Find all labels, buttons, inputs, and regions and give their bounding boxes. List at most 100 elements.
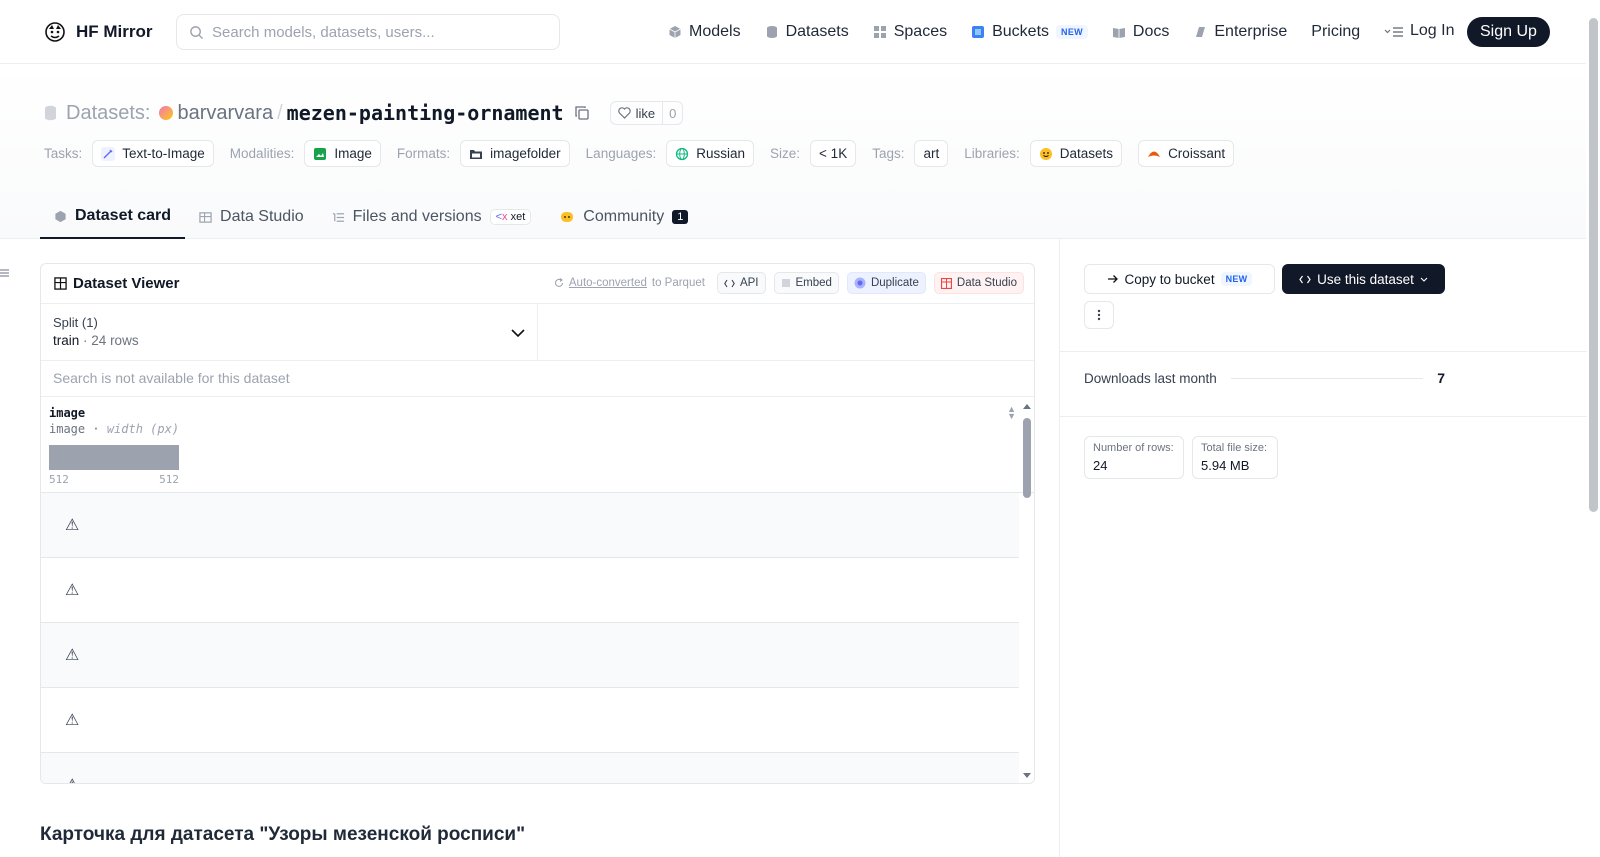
scroll-down-arrow[interactable] xyxy=(1023,773,1031,778)
repo-header: Datasets: barvarvara / mezen-painting-or… xyxy=(0,65,1586,239)
column-header-image[interactable]: image image · width (px) 512 512 ▲ ▼ xyxy=(41,397,1034,493)
split-row: Split (1) train · 24 rows xyxy=(41,304,1034,361)
use-this-dataset-button[interactable]: Use this dataset xyxy=(1282,264,1445,294)
enterprise-icon xyxy=(1196,27,1206,37)
embed-button[interactable]: Embed xyxy=(773,272,839,294)
data-studio-button[interactable]: Data Studio xyxy=(933,272,1024,294)
nav-spaces[interactable]: Spaces xyxy=(873,23,947,41)
tab-dataset-card[interactable]: Dataset card xyxy=(40,195,186,239)
nav-more[interactable] xyxy=(1384,26,1404,38)
split-selector[interactable]: Split (1) train · 24 rows xyxy=(41,304,538,360)
api-button[interactable]: API xyxy=(716,272,766,294)
tag-size[interactable]: < 1K xyxy=(810,140,857,167)
brand-name: HF Mirror xyxy=(76,22,153,41)
sort-icon[interactable]: ▲ ▼ xyxy=(1007,405,1016,421)
nav-models[interactable]: Models xyxy=(668,23,741,41)
column-type-name: image xyxy=(49,422,86,436)
tag-image-label: Image xyxy=(334,146,372,161)
tag-croissant[interactable]: Croissant xyxy=(1138,140,1235,167)
viewer-header: Dataset Viewer Auto-converted to Parquet… xyxy=(41,264,1034,304)
hist-min: 512 xyxy=(49,473,69,486)
tab-community[interactable]: Community 1 xyxy=(545,195,702,239)
nav-datasets[interactable]: Datasets xyxy=(765,23,849,41)
tag-imagefolder-label: imagefolder xyxy=(490,146,561,161)
folder-icon xyxy=(470,149,483,159)
tag-datasets-lib[interactable]: Datasets xyxy=(1029,140,1123,167)
text-to-image-icon xyxy=(101,146,116,161)
nav-docs-label: Docs xyxy=(1132,23,1170,40)
new-badge: NEW xyxy=(1220,272,1253,286)
page-scrollbar-thumb[interactable] xyxy=(1589,18,1598,512)
like-label: like xyxy=(635,105,656,121)
sidebar-toggle-icon[interactable] xyxy=(0,268,10,278)
tag-russian[interactable]: Russian xyxy=(666,140,755,167)
like-button[interactable]: like 0 xyxy=(609,101,684,125)
tag-image[interactable]: Image xyxy=(304,140,381,167)
community-icon xyxy=(561,212,574,222)
hugging-face-icon xyxy=(1039,147,1052,160)
top-navbar: HF Mirror Models Datasets Spaces Buckets… xyxy=(0,0,1586,64)
copy-to-bucket-button[interactable]: Copy to bucket NEW xyxy=(1084,264,1275,294)
repo-name-link[interactable]: mezen-painting-ornament xyxy=(287,101,564,125)
nav-buckets[interactable]: Buckets NEW xyxy=(971,23,1088,41)
auto-converted-link[interactable]: Auto-converted xyxy=(569,277,647,289)
signup-button[interactable]: Sign Up xyxy=(1467,17,1550,47)
data-studio-button-label: Data Studio xyxy=(956,277,1017,289)
warning-icon: ⚠ xyxy=(65,712,80,729)
cube-icon xyxy=(55,210,66,222)
scroll-up-arrow[interactable] xyxy=(1023,404,1031,409)
duplicate-icon xyxy=(854,277,866,289)
repo-title: Datasets: barvarvara / mezen-painting-or… xyxy=(44,101,684,125)
tag-art-label: art xyxy=(923,146,940,161)
duplicate-button[interactable]: Duplicate xyxy=(846,272,926,294)
tag-text-to-image[interactable]: Text-to-Image xyxy=(92,140,214,167)
copy-icon[interactable] xyxy=(574,105,590,121)
tab-data-studio[interactable]: Data Studio xyxy=(185,195,318,239)
tasks-label: Tasks: xyxy=(44,146,83,161)
stat-size-label: Total file size: xyxy=(1201,442,1268,454)
warning-icon: ⚠ xyxy=(65,517,80,534)
languages-label: Languages: xyxy=(585,146,657,161)
table-row[interactable]: ⚠ xyxy=(41,493,1019,558)
tab-files-versions[interactable]: Files and versions <x xet xyxy=(318,195,546,239)
arrow-right-icon xyxy=(1107,275,1118,283)
tag-imagefolder[interactable]: imagefolder xyxy=(460,140,570,167)
size-label: Size: xyxy=(770,146,801,161)
nav-spaces-label: Spaces xyxy=(893,23,948,40)
tag-size-label: < 1K xyxy=(819,146,848,161)
owner-link[interactable]: barvarvara xyxy=(177,102,273,125)
viewer-scrollbar[interactable] xyxy=(1020,398,1034,783)
more-vertical-icon xyxy=(1097,309,1101,321)
more-options-button[interactable] xyxy=(1084,301,1114,329)
scroll-thumb[interactable] xyxy=(1023,418,1031,498)
nav-docs[interactable]: Docs xyxy=(1112,23,1169,41)
stat-rows-value: 24 xyxy=(1093,458,1108,473)
table-row[interactable]: ⚠ xyxy=(41,688,1019,753)
warning-icon: ⚠ xyxy=(65,647,80,664)
viewer-rows: ⚠ ⚠ ⚠ ⚠ ⚠ xyxy=(41,493,1019,783)
tag-text-to-image-label: Text-to-Image xyxy=(122,146,205,161)
nav-buckets-label: Buckets xyxy=(992,23,1050,40)
table-row[interactable]: ⚠ xyxy=(41,623,1019,688)
heart-icon xyxy=(617,107,631,119)
column-histogram-bar[interactable] xyxy=(49,445,179,470)
global-search[interactable] xyxy=(176,14,560,50)
stat-rows-label: Number of rows: xyxy=(1093,442,1174,454)
tag-art[interactable]: art xyxy=(914,140,949,167)
table-row[interactable]: ⚠ xyxy=(41,558,1019,623)
copy-to-bucket-label: Copy to bucket xyxy=(1124,271,1215,287)
hf-logo-icon xyxy=(45,22,65,42)
globe-icon xyxy=(676,147,689,160)
split-value: train · 24 rows xyxy=(53,333,525,348)
downloads-value: 7 xyxy=(1437,370,1445,386)
search-input[interactable] xyxy=(212,23,542,41)
database-icon xyxy=(766,26,777,38)
like-button-left: like xyxy=(611,106,663,121)
nav-enterprise[interactable]: Enterprise xyxy=(1193,23,1287,41)
table-row[interactable]: ⚠ xyxy=(41,753,1019,783)
brand-logo[interactable]: HF Mirror xyxy=(43,20,153,44)
tag-croissant-label: Croissant xyxy=(1168,146,1226,161)
path-separator: / xyxy=(277,101,283,124)
login-link[interactable]: Log In xyxy=(1410,22,1454,40)
nav-pricing[interactable]: Pricing xyxy=(1311,23,1360,41)
